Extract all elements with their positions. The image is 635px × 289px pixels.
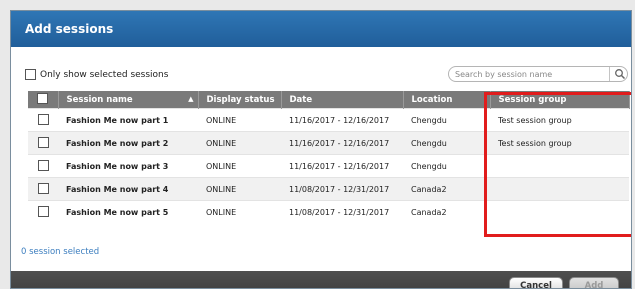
session-group-cell <box>490 154 629 178</box>
session-group-cell: Test session group <box>490 108 629 132</box>
add-sessions-dialog: Add sessions Only show selected sessions <box>10 10 632 289</box>
date-cell: 11/08/2017 - 12/31/2017 <box>281 200 403 223</box>
row-checkbox[interactable] <box>37 136 49 148</box>
sessions-table: Session name ▲ Display status Date Locati… <box>28 91 630 223</box>
select-all-checkbox[interactable] <box>37 92 49 104</box>
session-group-cell: Test session group <box>490 131 629 155</box>
row-checkbox[interactable] <box>37 113 49 125</box>
column-header-session-name[interactable]: Session name ▲ <box>58 91 199 109</box>
display-status-cell: ONLINE <box>198 177 281 201</box>
location-cell: Chengdu <box>403 131 490 155</box>
column-header-location[interactable]: Location <box>403 91 491 109</box>
search-divider <box>609 67 610 81</box>
session-group-cell <box>490 200 629 223</box>
location-cell: Canada2 <box>403 200 490 223</box>
sort-ascending-icon[interactable]: ▲ <box>188 95 193 103</box>
column-header-date[interactable]: Date <box>281 91 404 109</box>
date-cell: 11/16/2017 - 12/16/2017 <box>281 154 403 178</box>
only-show-selected-checkbox[interactable] <box>25 69 36 80</box>
dialog-footer: Cancel Add <box>11 271 631 288</box>
session-name-cell: Fashion Me now part 5 <box>58 200 198 223</box>
select-all-header <box>28 91 59 109</box>
location-cell: Chengdu <box>403 108 490 132</box>
row-checkbox[interactable] <box>37 159 49 171</box>
table-row[interactable]: Fashion Me now part 5 ONLINE 11/08/2017 … <box>28 200 629 223</box>
table-row[interactable]: Fashion Me now part 1 ONLINE 11/16/2017 … <box>28 108 629 132</box>
search-input[interactable] <box>455 69 600 80</box>
search-icon[interactable] <box>614 68 626 80</box>
column-header-session-group[interactable]: Session group <box>490 91 630 109</box>
location-cell: Chengdu <box>403 154 490 178</box>
date-cell: 11/16/2017 - 12/16/2017 <box>281 108 403 132</box>
only-show-selected-option[interactable]: Only show selected sessions <box>25 69 168 80</box>
table-row[interactable]: Fashion Me now part 2 ONLINE 11/16/2017 … <box>28 131 629 155</box>
date-cell: 11/16/2017 - 12/16/2017 <box>281 131 403 155</box>
session-group-cell <box>490 177 629 201</box>
add-button[interactable]: Add <box>569 277 619 288</box>
display-status-cell: ONLINE <box>198 200 281 223</box>
table-row[interactable]: Fashion Me now part 3 ONLINE 11/16/2017 … <box>28 154 629 178</box>
toolbar: Only show selected sessions <box>11 47 631 82</box>
only-show-selected-label: Only show selected sessions <box>40 69 169 80</box>
search-box[interactable] <box>448 66 628 82</box>
cancel-button[interactable]: Cancel <box>509 277 563 288</box>
display-status-cell: ONLINE <box>198 108 281 132</box>
location-cell: Canada2 <box>403 177 490 201</box>
display-status-cell: ONLINE <box>198 154 281 178</box>
session-name-cell: Fashion Me now part 2 <box>58 131 198 155</box>
table-row[interactable]: Fashion Me now part 4 ONLINE 11/08/2017 … <box>28 177 629 201</box>
selected-count-text: 0 session selected <box>21 247 100 257</box>
session-name-cell: Fashion Me now part 1 <box>58 108 198 132</box>
date-cell: 11/08/2017 - 12/31/2017 <box>281 177 403 201</box>
column-header-display-status[interactable]: Display status <box>198 91 282 109</box>
session-name-cell: Fashion Me now part 4 <box>58 177 198 201</box>
dialog-title: Add sessions <box>11 11 631 47</box>
session-name-cell: Fashion Me now part 3 <box>58 154 198 178</box>
table-header-row: Session name ▲ Display status Date Locati… <box>28 91 630 109</box>
display-status-cell: ONLINE <box>198 131 281 155</box>
row-checkbox[interactable] <box>37 205 49 217</box>
row-checkbox[interactable] <box>37 182 49 194</box>
